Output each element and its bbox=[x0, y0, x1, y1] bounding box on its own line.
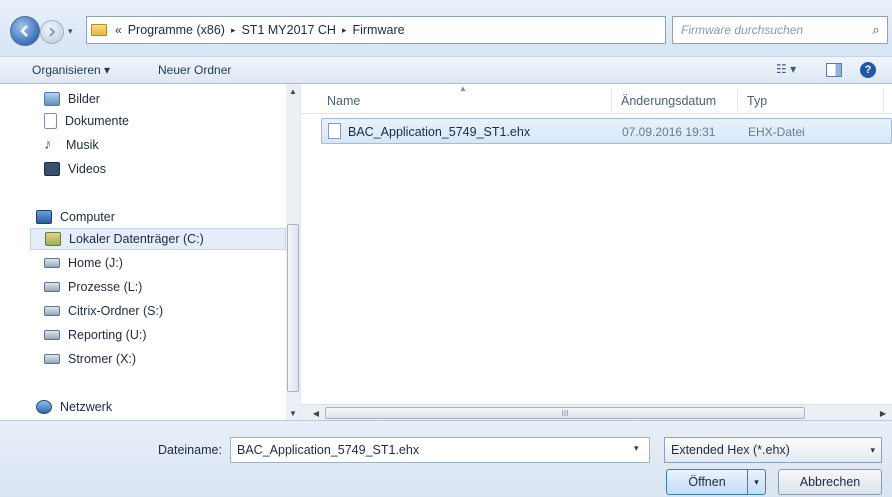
help-icon[interactable]: ? bbox=[860, 62, 876, 78]
breadcrumb-separator-icon[interactable]: ▸ bbox=[231, 25, 236, 36]
nav-item-pictures[interactable]: Bilder bbox=[44, 88, 100, 110]
file-icon bbox=[328, 123, 341, 139]
breadcrumb-overflow[interactable]: « bbox=[115, 23, 122, 37]
nav-item-local-drive-c[interactable]: Lokaler Datenträger (C:) bbox=[30, 228, 286, 250]
new-folder-button[interactable]: Neuer Ordner bbox=[158, 63, 231, 77]
network-drive-icon bbox=[44, 354, 60, 364]
file-name: BAC_Application_5749_ST1.ehx bbox=[348, 125, 531, 139]
nav-item-network[interactable]: Netzwerk bbox=[36, 396, 112, 418]
address-box[interactable]: « Programme (x86) ▸ ST1 MY2017 CH ▸ Firm… bbox=[86, 16, 738, 44]
column-header-name[interactable]: Name bbox=[327, 94, 360, 108]
computer-icon bbox=[36, 210, 52, 224]
network-drive-icon bbox=[44, 282, 60, 292]
videos-icon bbox=[44, 162, 60, 176]
command-toolbar: Organisieren ▾ Neuer Ordner ☷ ▾ ? bbox=[0, 56, 892, 84]
nav-item-music[interactable]: ♪ Musik bbox=[44, 134, 99, 156]
open-split-dropdown-icon[interactable]: ▾ bbox=[747, 470, 765, 494]
forward-button[interactable] bbox=[40, 20, 64, 44]
network-drive-icon bbox=[44, 258, 60, 268]
nav-item-label: Lokaler Datenträger (C:) bbox=[69, 232, 204, 246]
filetype-select[interactable]: Extended Hex (*.ehx) ▾ bbox=[664, 437, 882, 463]
column-divider[interactable] bbox=[737, 88, 738, 112]
pictures-icon bbox=[44, 92, 60, 106]
nav-item-label: Home (J:) bbox=[68, 256, 123, 270]
scroll-left-icon[interactable]: ◀ bbox=[309, 406, 323, 420]
horizontal-scroll-thumb[interactable]: III bbox=[325, 407, 805, 419]
filename-input[interactable] bbox=[230, 437, 650, 463]
column-header-type[interactable]: Typ bbox=[747, 94, 767, 108]
breadcrumb-programme[interactable]: Programme (x86) bbox=[128, 23, 225, 37]
local-drive-icon bbox=[45, 232, 61, 246]
nav-item-prozesse-l[interactable]: Prozesse (L:) bbox=[44, 276, 142, 298]
scroll-up-icon[interactable]: ▲ bbox=[286, 84, 300, 98]
filename-dropdown-icon[interactable]: ▾ bbox=[634, 443, 639, 454]
music-icon: ♪ bbox=[44, 136, 52, 153]
views-icon[interactable]: ☷ ▾ bbox=[776, 62, 796, 76]
file-row[interactable]: BAC_Application_5749_ST1.ehx 07.09.2016 … bbox=[321, 118, 892, 144]
column-divider[interactable] bbox=[611, 88, 612, 112]
network-drive-icon bbox=[44, 330, 60, 340]
nav-item-label: Stromer (X:) bbox=[68, 352, 137, 366]
breadcrumb-separator-icon[interactable]: ▸ bbox=[342, 25, 347, 36]
scroll-grip-icon: III bbox=[561, 408, 569, 418]
cancel-button-label: Abbrechen bbox=[799, 475, 861, 489]
navigation-pane: Bilder Dokumente ♪ Musik Videos Computer… bbox=[0, 84, 300, 420]
nav-item-home-j[interactable]: Home (J:) bbox=[44, 252, 123, 274]
filename-label: Dateiname: bbox=[158, 443, 222, 457]
nav-scrollbar[interactable]: ▲ ▼ bbox=[286, 84, 300, 420]
cancel-button[interactable]: Abbrechen bbox=[778, 469, 882, 495]
dialog-footer: Dateiname: ▾ Extended Hex (*.ehx) ▾ Öffn… bbox=[0, 420, 892, 497]
file-type: EHX-Datei bbox=[748, 125, 805, 139]
breadcrumb-firmware[interactable]: Firmware bbox=[352, 23, 404, 37]
network-drive-icon bbox=[44, 306, 60, 316]
organize-button[interactable]: Organisieren ▾ bbox=[32, 63, 110, 77]
documents-icon bbox=[44, 113, 57, 129]
column-divider[interactable] bbox=[883, 88, 884, 112]
nav-scroll-thumb[interactable] bbox=[287, 224, 299, 392]
search-icon[interactable]: ⌕ bbox=[865, 22, 887, 38]
chevron-down-icon: ▾ bbox=[870, 445, 875, 455]
search-input[interactable]: Firmware durchsuchen bbox=[681, 23, 865, 37]
nav-item-label: Prozesse (L:) bbox=[68, 280, 143, 294]
nav-item-label: Videos bbox=[68, 162, 106, 176]
nav-item-label: Bilder bbox=[68, 92, 100, 106]
history-dropdown-icon[interactable]: ▾ bbox=[68, 26, 78, 36]
folder-icon bbox=[91, 24, 107, 36]
nav-item-citrix-s[interactable]: Citrix-Ordner (S:) bbox=[44, 300, 163, 322]
nav-item-documents[interactable]: Dokumente bbox=[44, 110, 129, 132]
nav-item-label: Reporting (U:) bbox=[68, 328, 147, 342]
search-box[interactable]: Firmware durchsuchen ⌕ bbox=[672, 16, 888, 44]
breadcrumb-st1[interactable]: ST1 MY2017 CH bbox=[241, 23, 335, 37]
nav-item-videos[interactable]: Videos bbox=[44, 158, 106, 180]
open-button[interactable]: Öffnen ▾ bbox=[666, 469, 766, 495]
horizontal-scrollbar[interactable]: ◀ III ▶ bbox=[301, 404, 892, 420]
sort-ascending-icon: ▲ bbox=[459, 84, 467, 93]
file-date: 07.09.2016 19:31 bbox=[622, 125, 716, 139]
nav-item-reporting-u[interactable]: Reporting (U:) bbox=[44, 324, 147, 346]
address-bar-row: ▾ « Programme (x86) ▸ ST1 MY2017 CH ▸ Fi… bbox=[0, 0, 892, 56]
filetype-value: Extended Hex (*.ehx) bbox=[671, 443, 790, 457]
back-arrow-icon bbox=[20, 25, 28, 37]
scroll-down-icon[interactable]: ▼ bbox=[286, 406, 300, 420]
column-header-date[interactable]: Änderungsdatum bbox=[621, 94, 716, 108]
preview-pane-icon[interactable] bbox=[826, 63, 842, 77]
nav-item-computer[interactable]: Computer bbox=[36, 206, 115, 228]
nav-item-stromer-x[interactable]: Stromer (X:) bbox=[44, 348, 136, 370]
network-icon bbox=[36, 400, 52, 414]
scroll-right-icon[interactable]: ▶ bbox=[876, 406, 890, 420]
nav-item-label: Citrix-Ordner (S:) bbox=[68, 304, 164, 318]
nav-item-label: Dokumente bbox=[65, 114, 129, 128]
nav-item-label: Netzwerk bbox=[60, 400, 113, 414]
forward-arrow-icon bbox=[49, 27, 56, 37]
nav-item-label: Musik bbox=[66, 138, 99, 152]
nav-item-label: Computer bbox=[60, 210, 115, 224]
back-button[interactable] bbox=[10, 16, 40, 46]
file-list-pane: ▲ Name Änderungsdatum Typ BAC_Applicatio… bbox=[301, 84, 892, 420]
column-header-row: ▲ Name Änderungsdatum Typ bbox=[301, 84, 892, 114]
open-button-label: Öffnen bbox=[688, 475, 726, 489]
